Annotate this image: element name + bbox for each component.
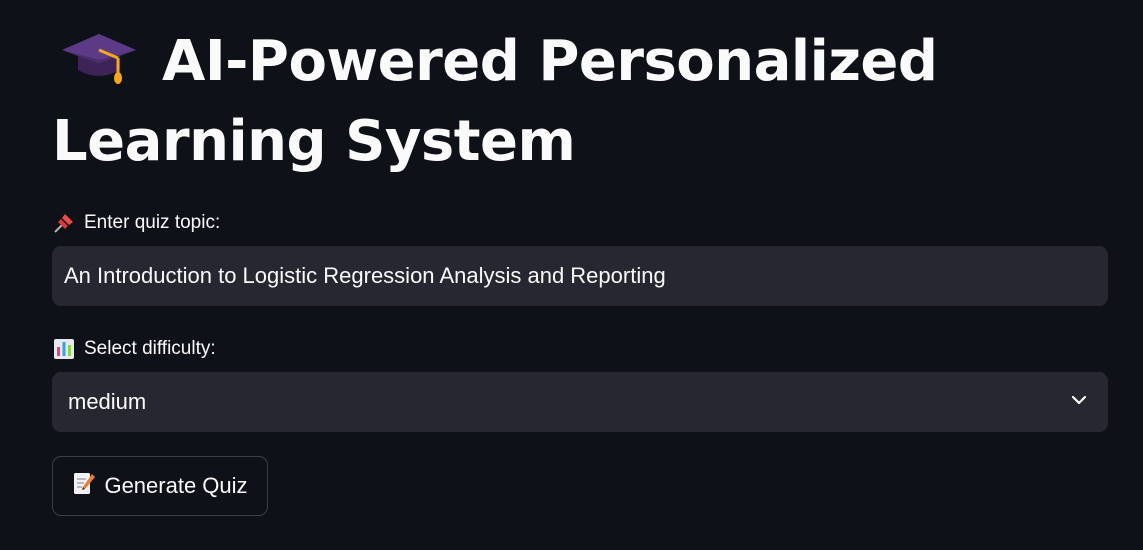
generate-quiz-button[interactable]: Generate Quiz (52, 456, 268, 516)
difficulty-label: Select difficulty: (52, 337, 216, 361)
difficulty-select[interactable]: medium (52, 372, 1108, 432)
topic-input[interactable]: An Introduction to Logistic Regression A… (52, 246, 1108, 306)
page-title: AI-Powered Personalized Learning System (52, 22, 952, 182)
graduation-cap-icon (60, 28, 138, 84)
difficulty-selected-value: medium (68, 389, 147, 414)
generate-quiz-label: Generate Quiz (104, 473, 248, 498)
difficulty-label-text: Select difficulty: (84, 338, 216, 359)
topic-label-text: Enter quiz topic: (84, 212, 221, 233)
bar-chart-icon (52, 337, 76, 361)
page-title-text: AI-Powered Personalized Learning System (52, 29, 938, 174)
chevron-down-icon[interactable] (1070, 389, 1088, 415)
topic-input-value: An Introduction to Logistic Regression A… (64, 263, 666, 288)
topic-label: Enter quiz topic: (52, 211, 220, 235)
app-page: AI-Powered Personalized Learning System … (0, 0, 1143, 550)
pushpin-icon (52, 211, 76, 235)
memo-icon (72, 470, 96, 502)
